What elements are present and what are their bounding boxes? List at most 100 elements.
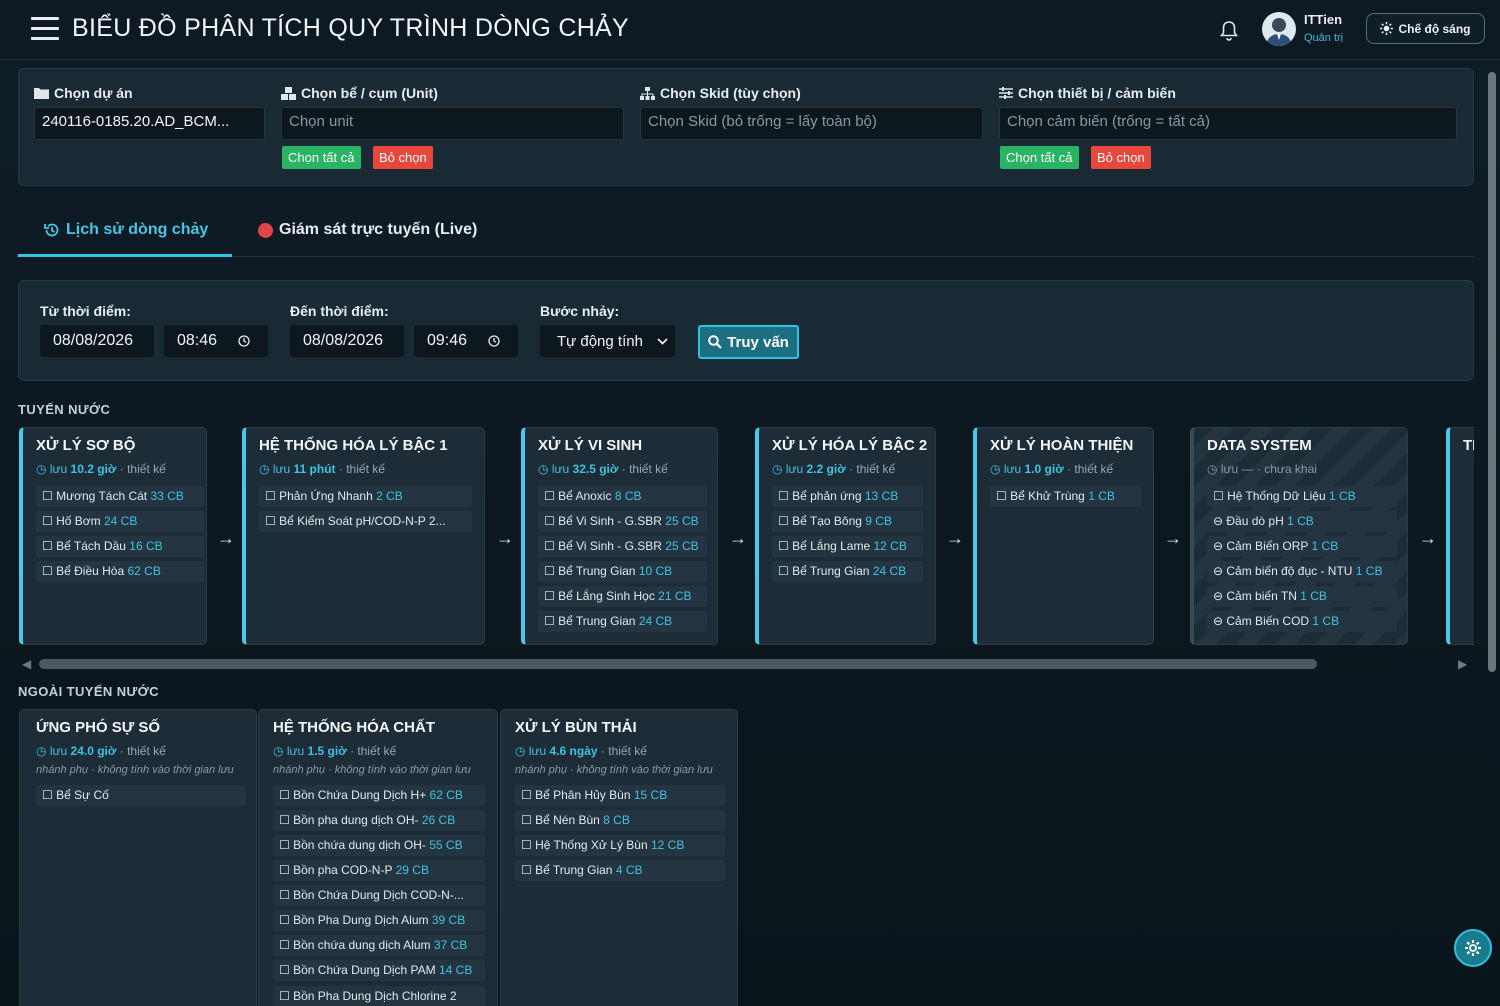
active-tab-indicator [18,254,232,257]
from-time-input[interactable]: 08:46 [164,325,268,357]
list-item[interactable]: ☐ Bồn Pha Dung Dịch Alum 39 CB [273,910,485,931]
stage-card[interactable]: XỬ LÝ SƠ BỘ ◷ lưu 10.2 giờ · thiết kế ☐ … [19,427,207,645]
list-item[interactable]: ☐ Bể Phân Hủy Bùn 15 CB [515,785,725,806]
device-deselect-button[interactable]: Bỏ chọn [1091,146,1151,169]
tab-live[interactable]: Giám sát trực tuyến (Live) [258,221,477,239]
history-icon [44,223,59,237]
stage-card[interactable]: XỬ LÝ VI SINH ◷ lưu 32.5 giờ · thiết kế … [521,427,718,645]
list-item[interactable]: ☐ Mương Tách Cát 33 CB [36,486,204,507]
sliders-icon [999,87,1013,99]
side-card[interactable]: ỨNG PHÓ SỰ SỐ ◷ lưu 24.0 giờ · thiết kế … [19,709,257,1006]
from-label: Từ thời điểm: [40,303,131,319]
menu-icon[interactable] [31,17,59,41]
unit-deselect-button[interactable]: Bỏ chọn [373,146,433,169]
list-item[interactable]: ☐ Bể Trung Gian 24 CB [772,561,923,582]
flow-arrow-icon: → [1419,528,1437,548]
list-item[interactable]: ☐ Bể Tạo Bông 9 CB [772,511,923,532]
stage-card[interactable]: DATA SYSTEM ◷ lưu — · chưa khai ☐ Hệ Thố… [1190,427,1408,645]
side-card[interactable]: HỆ THỐNG HÓA CHẤT ◷ lưu 1.5 giờ · thiết … [258,709,498,1006]
flow-arrow-icon: → [946,528,964,548]
section-side-line: NGOÀI TUYẾN NƯỚC [18,684,159,699]
list-item[interactable]: ☐ Bồn chứa dung dịch Alum 37 CB [273,935,485,956]
flow-arrow-icon: → [729,528,747,548]
side-card[interactable]: XỬ LÝ BÙN THẢI ◷ lưu 4.6 ngày · thiết kế… [500,709,738,1006]
list-item[interactable]: ☐ Hố Bơm 24 CB [36,511,204,532]
settings-fab-button[interactable] [1454,929,1492,967]
page-title: BIỂU ĐỒ PHÂN TÍCH QUY TRÌNH DÒNG CHẢY [72,14,630,42]
list-item[interactable]: ☐ Bể Khử Trùng 1 CB [990,486,1141,507]
unit-select[interactable]: Chọn unit [281,107,624,140]
to-time-input[interactable]: 09:46 [414,325,518,357]
live-dot-icon [258,222,273,238]
list-item[interactable]: ☐ Bồn Pha Dung Dịch Chlorine 2 [273,986,485,1006]
list-item[interactable]: ☐ Bồn Chứa Dung Dịch COD-N-... [273,885,485,906]
project-select[interactable]: 240116-0185.20.AD_BCM... [34,107,265,140]
list-item[interactable]: ☐ Bể Lắng Sinh Học 21 CB [538,586,707,607]
bell-icon[interactable] [1219,20,1239,42]
stage-card[interactable]: TI [1446,427,1474,645]
device-select[interactable]: Chọn cảm biến (trống = tất cả) [999,107,1457,140]
stage-card[interactable]: XỬ LÝ HÓA LÝ BẬC 2 ◷ lưu 2.2 giờ · thiết… [755,427,936,645]
tab-divider [18,256,1474,257]
list-item[interactable]: ☐ Bể Vi Sinh - G.SBR 25 CB [538,536,707,557]
list-item[interactable]: ☐ Bồn Chứa Dung Dịch H+ 62 CB [273,785,485,806]
list-item[interactable]: ☐ Hệ Thống Xử Lý Bùn 12 CB [515,835,725,856]
list-item[interactable]: ☐ Bồn chứa dung dịch OH- 55 CB [273,835,485,856]
tab-history[interactable]: Lịch sử dòng chảy [44,221,208,239]
flow-arrow-icon: → [1164,528,1182,548]
list-item[interactable]: ☐ Bể Trung Gian 24 CB [538,611,707,632]
theme-toggle-label: Chế độ sáng [1398,21,1471,36]
from-date-input[interactable]: 08/08/2026 [40,325,154,357]
device-label: Chọn thiết bị / cảm biến [999,85,1176,101]
stage-card[interactable]: XỬ LÝ HOÀN THIỆN ◷ lưu 1.0 giờ · thiết k… [973,427,1154,645]
skid-select[interactable]: Chọn Skid (bỏ trống = lấy toàn bộ) [640,107,983,140]
list-item[interactable]: ☐ Bể Nén Bùn 8 CB [515,810,725,831]
list-item[interactable]: ⊖ Cảm Biến COD 1 CB [1207,611,1397,632]
to-label: Đến thời điểm: [290,303,389,319]
list-item[interactable]: ☐ Bồn pha dung dịch OH- 26 CB [273,810,485,831]
list-item[interactable]: ☐ Phản Ứng Nhanh 2 CB [259,486,472,507]
list-item[interactable]: ⊖ Đầu dò pH 1 CB [1207,511,1397,532]
skid-label: Chọn Skid (tùy chọn) [640,85,801,101]
step-select[interactable]: Tự động tính [540,325,675,357]
list-item[interactable]: ☐ Bể Tách Dầu 16 CB [36,536,204,557]
project-label: Chọn dự án [34,85,133,101]
unit-label: Chọn bể / cụm (Unit) [281,85,438,101]
avatar[interactable] [1262,12,1296,46]
gear-icon [1465,940,1481,956]
list-item[interactable]: ☐ Bể Điều Hòa 62 CB [36,561,204,582]
step-label: Bước nhảy: [540,303,620,319]
stage-card[interactable]: HỆ THỐNG HÓA LÝ BẬC 1 ◷ lưu 11 phút · th… [242,427,485,645]
list-item[interactable]: ☐ Bồn pha COD-N-P 29 CB [273,860,485,881]
scroll-left-icon[interactable]: ◀ [22,657,31,671]
horizontal-scrollbar[interactable] [39,659,1317,669]
list-item[interactable]: ☐ Hệ Thống Dữ Liệu 1 CB [1207,486,1397,507]
search-icon [708,335,722,349]
list-item[interactable]: ☐ Bồn Chứa Dung Dịch PAM 14 CB [273,960,485,981]
list-item[interactable]: ☐ Bể Anoxic 8 CB [538,486,707,507]
to-date-input[interactable]: 08/08/2026 [290,325,404,357]
sitemap-icon [640,86,655,100]
theme-toggle-button[interactable]: Chế độ sáng [1366,13,1485,44]
query-button[interactable]: Truy vấn [698,325,799,359]
vertical-scrollbar[interactable] [1488,72,1496,672]
list-item[interactable]: ⊖ Cảm Biến ORP 1 CB [1207,536,1397,557]
list-item[interactable]: ⊖ Cảm biến TN 1 CB [1207,586,1397,607]
list-item[interactable]: ☐ Bể Trung Gian 4 CB [515,860,725,881]
clock-icon [238,335,250,347]
list-item[interactable]: ☐ Bể Sự Cố [36,785,246,806]
folder-icon [34,88,49,99]
device-select-all-button[interactable]: Chọn tất cả [1000,146,1079,169]
list-item[interactable]: ☐ Bể Vi Sinh - G.SBR 25 CB [538,511,707,532]
scroll-right-icon[interactable]: ▶ [1458,657,1467,671]
list-item[interactable]: ☐ Bể Kiểm Soát pH/COD-N-P 2... [259,511,472,532]
user-role: Quản trị [1304,32,1344,44]
list-item[interactable]: ⊖ Cảm biến độ đục - NTU 1 CB [1207,561,1397,582]
list-item[interactable]: ☐ Bể Lắng Lame 12 CB [772,536,923,557]
list-item[interactable]: ☐ Bể Trung Gian 10 CB [538,561,707,582]
section-main-line: TUYẾN NƯỚC [18,402,111,417]
cubes-icon [281,86,296,100]
chevron-down-icon [657,337,668,345]
unit-select-all-button[interactable]: Chọn tất cả [282,146,361,169]
list-item[interactable]: ☐ Bể phản ứng 13 CB [772,486,923,507]
